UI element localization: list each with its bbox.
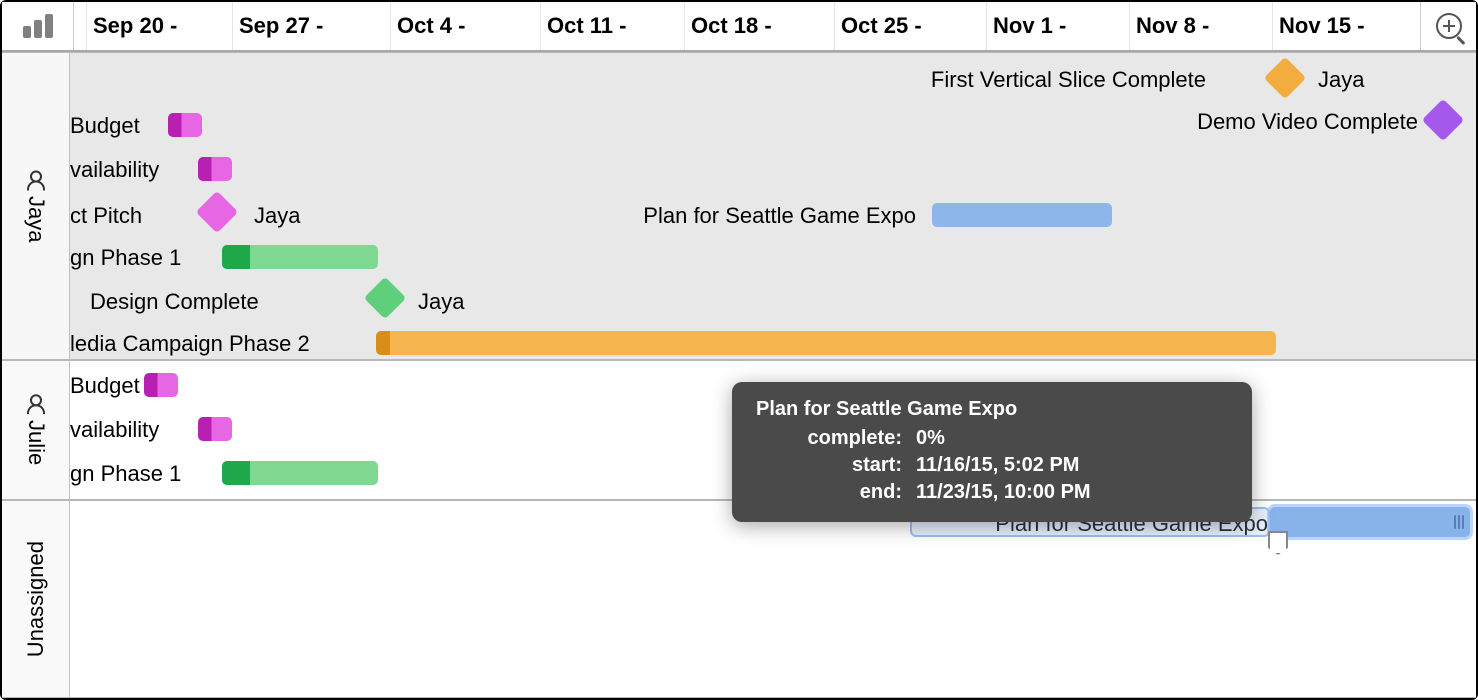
task-bar-budget[interactable]	[144, 373, 178, 397]
lane-unassigned: Unassigned Plan for Seattle Game Expo	[2, 500, 1476, 698]
date-column[interactable]: Nov 15 -	[1272, 2, 1365, 50]
date-column[interactable]: Oct 25 -	[834, 2, 922, 50]
assignee-label: Jaya	[418, 289, 464, 315]
date-column[interactable]: Oct 11 -	[540, 2, 626, 50]
task-bar-plan-expo-selected[interactable]	[1270, 507, 1470, 537]
lane-chart-unassigned[interactable]: Plan for Seattle Game Expo	[70, 501, 1476, 697]
date-label: Oct 4 -	[397, 13, 465, 39]
task-label: Plan for Seattle Game Expo	[643, 203, 916, 229]
gantt-body: Jaya First Vertical Slice Complete Jaya …	[2, 52, 1476, 698]
tooltip-start-label: start:	[756, 452, 916, 479]
person-icon	[27, 170, 45, 190]
date-column[interactable]: Nov 1 -	[986, 2, 1066, 50]
task-label: gn Phase 1	[70, 245, 181, 271]
date-label: Sep 20 -	[93, 13, 177, 39]
milestone-vertical-slice[interactable]	[1264, 57, 1306, 99]
lane-jaya: Jaya First Vertical Slice Complete Jaya …	[2, 52, 1476, 360]
bar-chart-icon	[23, 14, 53, 38]
task-bar-availability[interactable]	[198, 157, 232, 181]
task-tooltip: Plan for Seattle Game Expo complete: 0% …	[732, 382, 1252, 522]
milestone-label: Design Complete	[90, 289, 259, 315]
date-column[interactable]: Sep 27 -	[232, 2, 323, 50]
task-label: ct Pitch	[70, 203, 142, 229]
task-label: vailability	[70, 417, 159, 443]
person-icon	[27, 394, 45, 414]
view-mode-button[interactable]	[2, 2, 74, 50]
tooltip-start-value: 11/16/15, 5:02 PM	[916, 452, 1079, 479]
date-label: Nov 15 -	[1279, 13, 1365, 39]
tooltip-end-label: end:	[756, 479, 916, 506]
milestone-label: Demo Video Complete	[1197, 109, 1418, 135]
lane-chart-jaya[interactable]: First Vertical Slice Complete Jaya Demo …	[70, 53, 1476, 359]
task-label: Budget	[70, 113, 140, 139]
date-column[interactable]: Oct 18 -	[684, 2, 772, 50]
date-column[interactable]: Oct 4 -	[390, 2, 465, 50]
drag-handle-icon[interactable]	[1454, 515, 1464, 529]
lane-header-unassigned[interactable]: Unassigned	[2, 501, 70, 697]
task-bar-media-campaign[interactable]	[376, 331, 1276, 355]
task-bar-design-phase-1[interactable]	[222, 245, 378, 269]
task-bar-budget[interactable]	[168, 113, 202, 137]
date-column[interactable]: Sep 20 -	[86, 2, 177, 50]
date-label: Sep 27 -	[239, 13, 323, 39]
date-column[interactable]: Nov 8 -	[1129, 2, 1209, 50]
milestone-pitch[interactable]	[196, 191, 238, 233]
zoom-in-button[interactable]	[1420, 2, 1476, 50]
tooltip-title: Plan for Seattle Game Expo	[756, 396, 1228, 423]
lane-name: Jaya	[23, 196, 49, 242]
timeline-header: Sep 20 - Sep 27 - Oct 4 - Oct 11 - Oct 1…	[2, 2, 1476, 52]
milestone-demo-video[interactable]	[1422, 99, 1464, 141]
lane-name: Julie	[23, 420, 49, 465]
task-bar-plan-expo[interactable]	[932, 203, 1112, 227]
task-label: gn Phase 1	[70, 461, 181, 487]
tooltip-complete-label: complete:	[756, 425, 916, 452]
lane-header-julie[interactable]: Julie	[2, 361, 70, 499]
task-label: ledia Campaign Phase 2	[70, 331, 310, 357]
task-bar-design-phase-1[interactable]	[222, 461, 378, 485]
completion-marker-icon[interactable]	[1268, 531, 1288, 555]
assignee-label: Jaya	[254, 203, 300, 229]
milestone-label: First Vertical Slice Complete	[931, 67, 1206, 93]
lane-name: Unassigned	[23, 541, 49, 657]
date-label: Oct 11 -	[547, 13, 626, 39]
date-label: Nov 8 -	[1136, 13, 1209, 39]
date-label: Oct 25 -	[841, 13, 922, 39]
date-label: Oct 18 -	[691, 13, 772, 39]
magnifier-plus-icon	[1436, 13, 1462, 39]
task-label: vailability	[70, 157, 159, 183]
lane-header-jaya[interactable]: Jaya	[2, 53, 70, 359]
assignee-label: Jaya	[1318, 67, 1364, 93]
tooltip-end-value: 11/23/15, 10:00 PM	[916, 479, 1091, 506]
milestone-design-complete[interactable]	[364, 277, 406, 319]
task-label: Budget	[70, 373, 140, 399]
task-bar-availability[interactable]	[198, 417, 232, 441]
tooltip-complete-value: 0%	[916, 425, 945, 452]
date-label: Nov 1 -	[993, 13, 1066, 39]
date-ruler[interactable]: Sep 20 - Sep 27 - Oct 4 - Oct 11 - Oct 1…	[74, 2, 1420, 50]
